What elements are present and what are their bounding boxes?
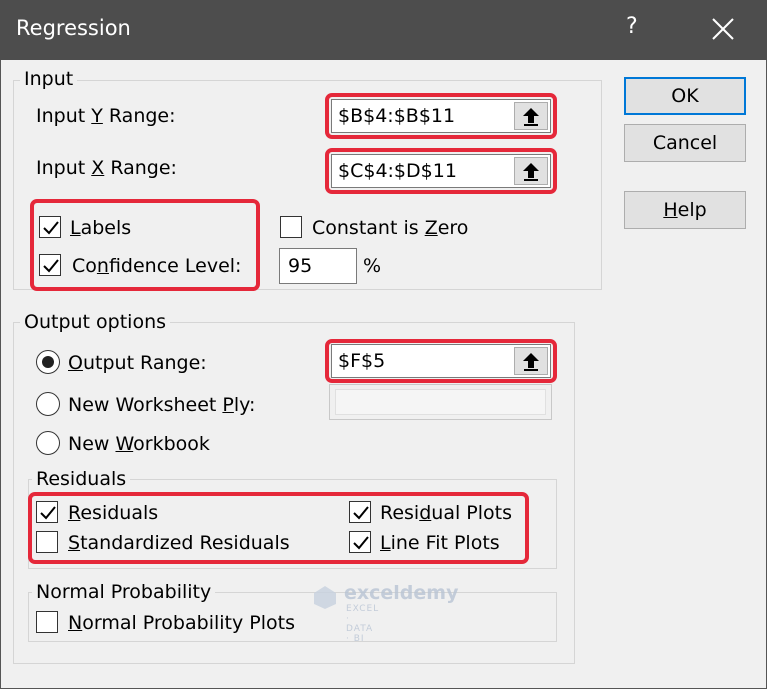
confidence-level-label: Confidence Level: — [72, 255, 242, 277]
upload-arrow-icon — [523, 108, 539, 126]
input-x-range-label: Input X Range: — [36, 157, 177, 179]
cancel-button[interactable]: Cancel — [624, 124, 746, 162]
upload-arrow-icon — [523, 353, 539, 371]
confidence-level-checkbox[interactable] — [39, 254, 61, 276]
new-workbook-label: New Workbook — [68, 433, 210, 455]
residual-plots-checkbox[interactable] — [349, 501, 371, 523]
confidence-level-value: 95 — [288, 255, 313, 277]
new-worksheet-ply-label: New Worksheet Ply: — [68, 394, 256, 416]
residual-plots-label: Residual Plots — [380, 502, 512, 524]
output-range-value: $F$5 — [338, 350, 386, 372]
checkmark-icon — [353, 536, 369, 550]
upload-arrow-icon — [523, 163, 539, 181]
checkmark-icon — [353, 506, 369, 520]
help-button[interactable]: Help — [624, 191, 746, 229]
collapse-dialog-button[interactable] — [514, 102, 548, 130]
line-fit-plots-label: Line Fit Plots — [380, 532, 500, 554]
output-options-legend: Output options — [20, 311, 171, 333]
input-x-range-value: $C$4:$D$11 — [338, 160, 457, 182]
residuals-legend: Residuals — [32, 468, 131, 490]
normal-probability-legend: Normal Probability — [32, 581, 216, 603]
residuals-checkbox[interactable] — [36, 501, 58, 523]
exceldemy-logo-icon — [314, 586, 336, 609]
new-worksheet-ply-input[interactable] — [329, 384, 552, 420]
dialog-title: Regression — [16, 16, 131, 40]
residuals-label: Residuals — [68, 502, 159, 524]
input-y-range-label: Input Y Range: — [36, 105, 176, 127]
input-group-legend: Input — [20, 68, 78, 90]
close-icon[interactable] — [708, 10, 738, 46]
input-x-range-field[interactable]: $C$4:$D$11 — [331, 154, 551, 188]
constant-is-zero-label: Constant is Zero — [312, 217, 469, 239]
collapse-dialog-button[interactable] — [514, 157, 548, 185]
labels-confidence-highlight — [30, 199, 260, 291]
labels-checkbox[interactable] — [39, 216, 61, 238]
output-range-field[interactable]: $F$5 — [331, 344, 551, 378]
standardized-residuals-checkbox[interactable] — [36, 531, 58, 553]
normal-probability-plots-label: Normal Probability Plots — [68, 612, 295, 634]
checkmark-icon — [43, 221, 59, 235]
line-fit-plots-checkbox[interactable] — [349, 531, 371, 553]
output-range-radio[interactable] — [36, 350, 60, 374]
new-worksheet-ply-radio[interactable] — [36, 392, 60, 416]
output-range-label: Output Range: — [68, 352, 207, 374]
labels-label: Labels — [70, 217, 132, 239]
standardized-residuals-label: Standardized Residuals — [68, 532, 290, 554]
checkmark-icon — [43, 259, 59, 273]
input-y-range-value: $B$4:$B$11 — [338, 105, 456, 127]
collapse-dialog-button[interactable] — [514, 347, 548, 375]
percent-sign: % — [363, 255, 382, 277]
constant-is-zero-checkbox[interactable] — [280, 216, 302, 238]
title-bar: Regression ? — [0, 0, 767, 60]
checkmark-icon — [40, 506, 56, 520]
new-workbook-radio[interactable] — [36, 431, 60, 455]
ok-button[interactable]: OK — [624, 77, 746, 115]
input-y-range-field[interactable]: $B$4:$B$11 — [331, 99, 551, 133]
normal-probability-plots-checkbox[interactable] — [36, 611, 58, 633]
confidence-level-input[interactable]: 95 — [279, 248, 357, 284]
help-question-icon[interactable]: ? — [626, 14, 638, 39]
